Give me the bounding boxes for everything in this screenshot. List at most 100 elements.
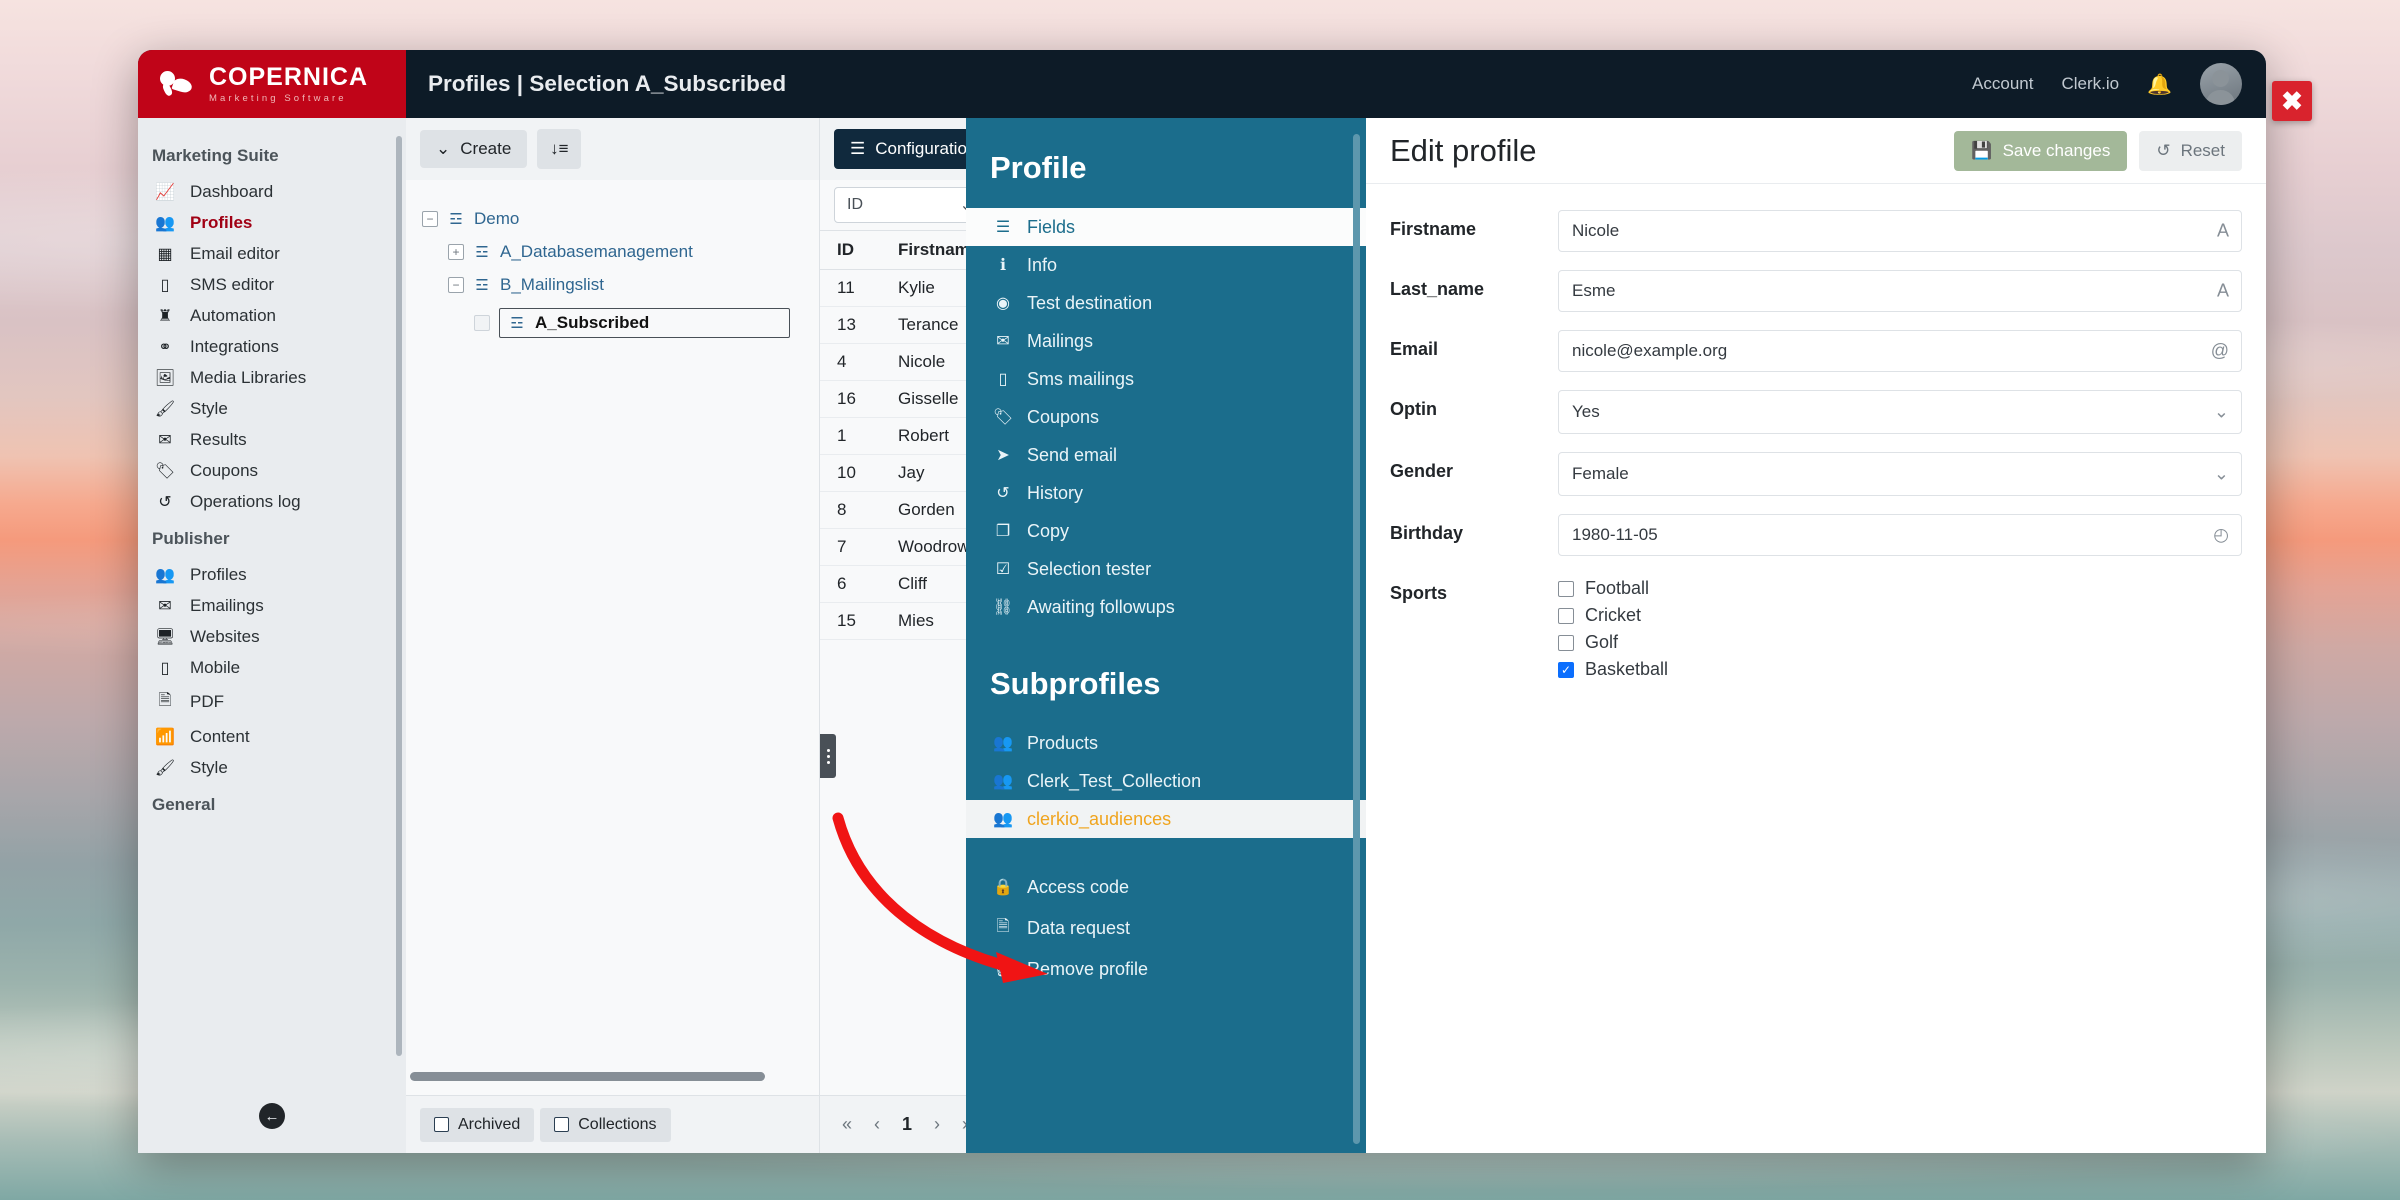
sidebar-item-results[interactable]: ✉Results bbox=[138, 424, 406, 455]
sidebar-scrollbar[interactable] bbox=[396, 136, 402, 1056]
profile-menu-item-info[interactable]: ℹInfo bbox=[966, 246, 1366, 284]
bell-icon[interactable]: 🔔 bbox=[2147, 72, 2172, 97]
profile-menu-item-awaiting-followups[interactable]: ⛓Awaiting followups bbox=[966, 588, 1366, 626]
sidebar-item-profiles[interactable]: 👥Profiles bbox=[138, 207, 406, 238]
profile-menu-scrollbar[interactable] bbox=[1353, 134, 1360, 1144]
account-link[interactable]: Account bbox=[1972, 74, 2033, 94]
tree-node-a-databasemanagement[interactable]: + ☲ A_Databasemanagement bbox=[422, 235, 819, 268]
archived-checkbox[interactable]: Archived bbox=[420, 1108, 534, 1142]
sports-option-football[interactable]: Football bbox=[1558, 578, 2242, 599]
profile-menu-item-selection-tester[interactable]: ☑Selection tester bbox=[966, 550, 1366, 588]
profile-action-data-request[interactable]: 🗎Data request bbox=[966, 906, 1366, 950]
history-icon: ↺ bbox=[992, 483, 1014, 503]
reset-button[interactable]: ↺ Reset bbox=[2139, 131, 2242, 171]
subprofile-item-clerkio-audiences[interactable]: 👥clerkio_audiences bbox=[966, 800, 1366, 838]
sidebar-item-email-editor[interactable]: ▦Email editor bbox=[138, 238, 406, 269]
profile-menu-item-label: Copy bbox=[1027, 521, 1069, 542]
firstname-input[interactable] bbox=[1558, 210, 2242, 252]
column-header-id[interactable]: ID bbox=[820, 240, 898, 260]
tree-horizontal-scrollbar[interactable] bbox=[410, 1072, 765, 1081]
profile-menu-item-copy[interactable]: ❐Copy bbox=[966, 512, 1366, 550]
field-label: Last_name bbox=[1390, 270, 1558, 300]
history-icon: ↺ bbox=[154, 492, 176, 512]
profile-menu-item-coupons[interactable]: 🏷Coupons bbox=[966, 398, 1366, 436]
subprofile-item-clerk-test-collection[interactable]: 👥Clerk_Test_Collection bbox=[966, 762, 1366, 800]
sidebar-item-mobile[interactable]: ▯Mobile bbox=[138, 652, 406, 683]
collections-checkbox[interactable]: Collections bbox=[540, 1108, 670, 1142]
grid-left-resize-handle[interactable] bbox=[820, 734, 836, 778]
email-input[interactable] bbox=[1558, 330, 2242, 372]
gender-select[interactable]: Female bbox=[1558, 452, 2242, 496]
expand-toggle-icon[interactable]: + bbox=[448, 244, 464, 260]
create-button[interactable]: ⌄ Create bbox=[420, 130, 527, 168]
sports-option-cricket[interactable]: Cricket bbox=[1558, 605, 2242, 626]
sidebar-item-content[interactable]: 📶Content bbox=[138, 721, 406, 752]
tree-toolbar: ⌄ Create ↓≡ bbox=[406, 118, 819, 180]
tree-node-b-mailingslist[interactable]: − ☲ B_Mailingslist bbox=[422, 268, 819, 301]
profile-menu-item-sms-mailings[interactable]: ▯Sms mailings bbox=[966, 360, 1366, 398]
top-bar-right: Account Clerk.io 🔔 bbox=[1972, 50, 2266, 118]
pagination-prev-button[interactable]: ‹ bbox=[874, 1114, 880, 1135]
tree-node-demo[interactable]: − ☲ Demo bbox=[422, 202, 819, 235]
tree-footer: Archived Collections bbox=[406, 1095, 819, 1153]
sidebar-item-label: Results bbox=[190, 430, 247, 450]
avatar[interactable] bbox=[2200, 63, 2242, 105]
sidebar-item-automation[interactable]: ♜Automation bbox=[138, 300, 406, 331]
sports-option-golf[interactable]: Golf bbox=[1558, 632, 2242, 653]
profile-menu-item-test-destination[interactable]: ◉Test destination bbox=[966, 284, 1366, 322]
nav-group-heading: Publisher bbox=[138, 517, 406, 559]
sidebar-item-label: Mobile bbox=[190, 658, 240, 678]
mobile-icon: ▯ bbox=[992, 369, 1014, 389]
field-label: Gender bbox=[1390, 452, 1558, 482]
filter-field-select[interactable]: ID ⌄ bbox=[834, 187, 986, 223]
birthday-input[interactable] bbox=[1558, 514, 2242, 556]
sidebar-item-operations-log[interactable]: ↺Operations log bbox=[138, 486, 406, 517]
subprofile-item-products[interactable]: 👥Products bbox=[966, 724, 1366, 762]
sidebar-item-style[interactable]: 🖌Style bbox=[138, 393, 406, 424]
save-changes-button[interactable]: 💾 Save changes bbox=[1954, 131, 2127, 171]
trash-icon: 🗑 bbox=[992, 959, 1014, 979]
save-icon: 💾 bbox=[1971, 141, 1992, 161]
sidebar-item-publisher-style[interactable]: 🖌Style bbox=[138, 752, 406, 783]
sidebar-item-dashboard[interactable]: 📈Dashboard bbox=[138, 176, 406, 207]
brand-logo[interactable]: COPERNICA Marketing Software bbox=[138, 50, 406, 118]
profile-menu-item-mailings[interactable]: ✉Mailings bbox=[966, 322, 1366, 360]
gender-selected-value: Female bbox=[1572, 464, 1629, 484]
tree-node-a-subscribed[interactable]: ☲ A_Subscribed bbox=[422, 301, 819, 344]
filter-database-icon: ☲ bbox=[473, 243, 491, 261]
profile-menu-item-send-email[interactable]: ➤Send email bbox=[966, 436, 1366, 474]
reset-icon: ↺ bbox=[2156, 141, 2170, 161]
pagination-current-page[interactable]: 1 bbox=[902, 1114, 912, 1135]
mobile-icon: ▯ bbox=[154, 275, 176, 295]
expand-toggle-icon[interactable]: − bbox=[422, 211, 438, 227]
tree-node-label: B_Mailingslist bbox=[500, 275, 604, 295]
profile-menu-item-history[interactable]: ↺History bbox=[966, 474, 1366, 512]
profile-action-access-code[interactable]: 🔒Access code bbox=[966, 868, 1366, 906]
sidebar-item-publisher-profiles[interactable]: 👥Profiles bbox=[138, 559, 406, 590]
close-button[interactable]: ✖ bbox=[2272, 81, 2312, 121]
sidebar-item-media-libraries[interactable]: 🖼Media Libraries bbox=[138, 362, 406, 393]
sidebar-item-integrations[interactable]: ⚭Integrations bbox=[138, 331, 406, 362]
cell-id: 8 bbox=[820, 500, 898, 520]
pagination-next-button[interactable]: › bbox=[934, 1114, 940, 1135]
lastname-input[interactable] bbox=[1558, 270, 2242, 312]
sports-option-basketball[interactable]: ✓ Basketball bbox=[1558, 659, 2242, 680]
nav-group-heading: Marketing Suite bbox=[138, 134, 406, 176]
sidebar-item-emailings[interactable]: ✉Emailings bbox=[138, 590, 406, 621]
lock-icon: 🔒 bbox=[992, 877, 1014, 897]
list-icon: ☰ bbox=[992, 217, 1014, 237]
profile-menu-item-fields[interactable]: ☰Fields bbox=[966, 208, 1366, 246]
sort-button[interactable]: ↓≡ bbox=[537, 129, 581, 169]
pagination-first-button[interactable]: « bbox=[842, 1114, 852, 1135]
profile-action-remove-profile[interactable]: 🗑Remove profile bbox=[966, 950, 1366, 988]
sidebar-item-coupons[interactable]: 🏷Coupons bbox=[138, 455, 406, 486]
sidebar-item-pdf[interactable]: 🗎PDF bbox=[138, 683, 406, 721]
expand-toggle-icon[interactable] bbox=[474, 315, 490, 331]
users-icon: 👥 bbox=[992, 771, 1014, 791]
tenant-link[interactable]: Clerk.io bbox=[2061, 74, 2119, 94]
collapse-sidebar-button[interactable]: ← bbox=[259, 1103, 285, 1129]
expand-toggle-icon[interactable]: − bbox=[448, 277, 464, 293]
optin-select[interactable]: Yes bbox=[1558, 390, 2242, 434]
sidebar-item-sms-editor[interactable]: ▯SMS editor bbox=[138, 269, 406, 300]
sidebar-item-websites[interactable]: 🖥Websites bbox=[138, 621, 406, 652]
